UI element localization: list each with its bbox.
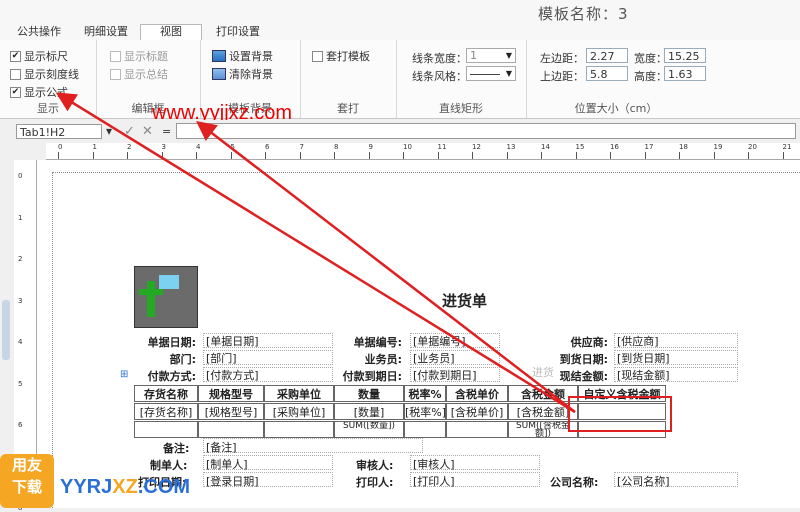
brand-site-text: YYRJXZ.COM xyxy=(60,476,191,498)
annotation-arrows xyxy=(55,92,576,414)
brand-logo: 用友 下载 xyxy=(0,454,54,508)
